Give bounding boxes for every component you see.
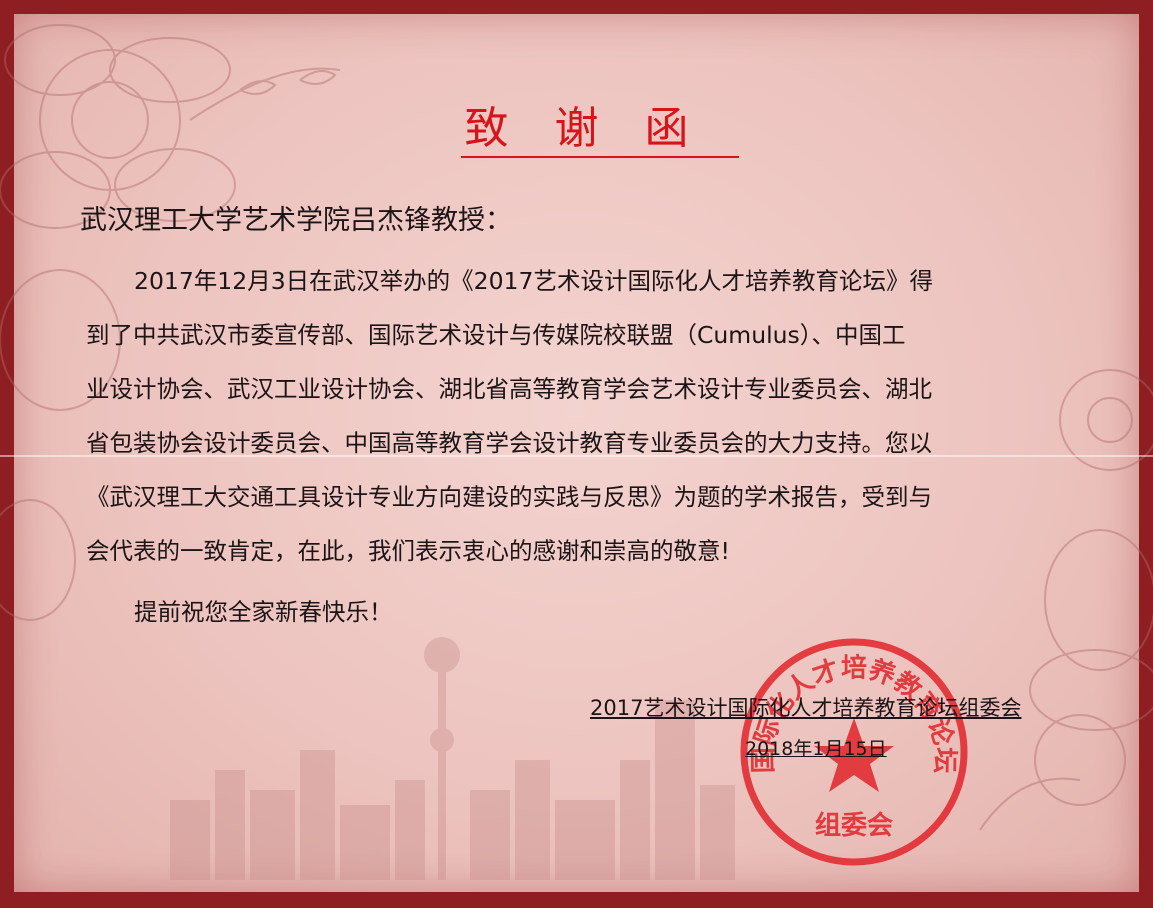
body-line: 2017年12月3日在武汉举办的《2017艺术设计国际化人才培养教育论坛》得 (134, 267, 933, 295)
recipient-line: 武汉理工大学艺术学院吕杰锋教授： (80, 205, 512, 236)
body-line: 业设计协会、武汉工业设计协会、湖北省高等教育学会艺术设计专业委员会、湖北 (86, 375, 932, 403)
organizer-signature: 2017艺术设计国际化人才培养教育论坛组委会 (590, 696, 1022, 720)
letter-title: 致谢函 (0, 92, 1153, 158)
seal-bottom-text: 组委会 (815, 810, 893, 841)
body-line: 省包装协会设计委员会、中国高等教育学会设计教育专业委员会的大力支持。您以 (86, 429, 932, 457)
certificate: 致谢函 武汉理工大学艺术学院吕杰锋教授： 2017年12月3日在武汉举办的《20… (0, 0, 1153, 908)
greeting-line: 提前祝您全家新春快乐！ (134, 598, 393, 626)
body-line: 到了中共武汉市委宣传部、国际艺术设计与传媒院校联盟（Cumulus）、中国工 (86, 321, 906, 349)
letter-date: 2018年1月15日 (745, 738, 887, 760)
body-line: 《武汉理工大交通工具设计专业方向建设的实践与反思》为题的学术报告，受到与 (86, 483, 932, 511)
body-line: 会代表的一致肯定，在此，我们表示衷心的感谢和崇高的敬意! (86, 537, 730, 565)
